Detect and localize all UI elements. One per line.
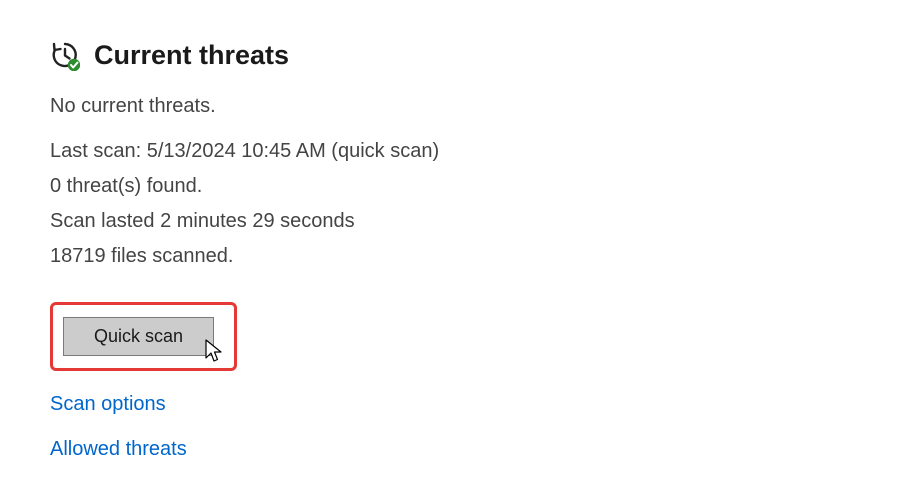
section-title: Current threats	[94, 40, 289, 71]
highlight-annotation: Quick scan	[50, 302, 237, 371]
allowed-threats-link[interactable]: Allowed threats	[50, 438, 187, 461]
section-header: Current threats	[50, 40, 850, 71]
history-shield-icon	[50, 41, 80, 71]
quick-scan-button[interactable]: Quick scan	[63, 317, 214, 356]
status-no-threats: No current threats.	[50, 95, 850, 118]
files-scanned-line: 18719 files scanned.	[50, 239, 850, 274]
threats-found-line: 0 threat(s) found.	[50, 169, 850, 204]
scan-options-link[interactable]: Scan options	[50, 393, 166, 416]
scan-duration-line: Scan lasted 2 minutes 29 seconds	[50, 204, 850, 239]
last-scan-line: Last scan: 5/13/2024 10:45 AM (quick sca…	[50, 134, 850, 169]
scan-details: Last scan: 5/13/2024 10:45 AM (quick sca…	[50, 134, 850, 274]
